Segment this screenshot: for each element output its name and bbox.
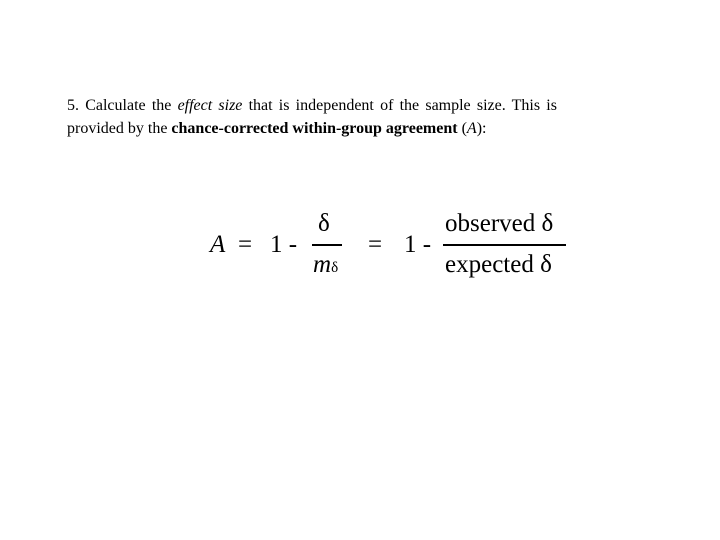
formula-lhs: A bbox=[210, 231, 226, 258]
delta-subscript: δ bbox=[331, 260, 339, 276]
text: ( bbox=[457, 120, 467, 137]
fraction1-bar bbox=[312, 244, 342, 246]
fraction1-denominator: mδ bbox=[313, 251, 338, 279]
paragraph-line-1: 5. Calculate the effect size that is ind… bbox=[67, 94, 647, 117]
text: provided by the bbox=[67, 120, 172, 137]
a-symbol: A bbox=[466, 120, 477, 137]
formula-one-minus-2: 1 - bbox=[404, 231, 432, 258]
text: that is independent of the sample size. … bbox=[242, 97, 557, 114]
fraction2-numerator: observed δ bbox=[445, 210, 554, 237]
fraction1-numerator: δ bbox=[318, 210, 330, 237]
text: ): bbox=[476, 120, 487, 137]
agreement-term: chance-corrected within-group agreement bbox=[171, 120, 458, 137]
effect-size-term: effect size bbox=[177, 97, 243, 114]
formula-one-minus-1: 1 - bbox=[270, 231, 298, 258]
formula-equals-1: = bbox=[238, 231, 253, 258]
instruction-paragraph: 5. Calculate the effect size that is ind… bbox=[67, 94, 647, 140]
fraction2-bar bbox=[443, 244, 566, 246]
m-symbol: m bbox=[313, 251, 332, 278]
fraction2-denominator: expected δ bbox=[445, 251, 552, 278]
formula-equals-2: = bbox=[368, 231, 383, 258]
text: 5. Calculate the bbox=[67, 97, 178, 114]
paragraph-line-2: provided by the chance-corrected within-… bbox=[67, 117, 647, 140]
